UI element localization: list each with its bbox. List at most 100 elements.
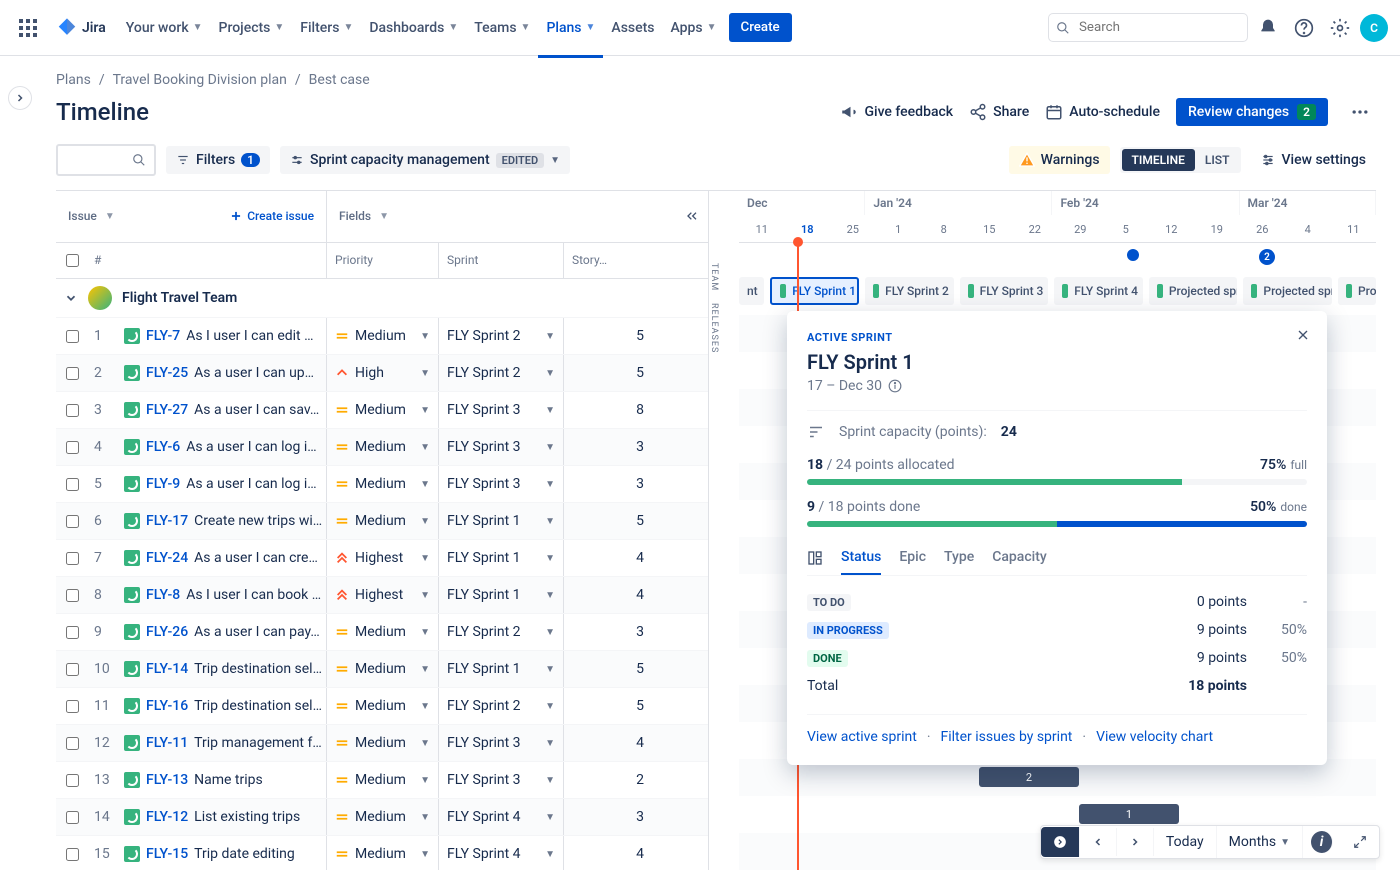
- issue-key[interactable]: FLY-7: [146, 328, 180, 344]
- issue-row[interactable]: 4FLY-6As a user I can log i…Medium▼FLY S…: [56, 429, 708, 466]
- chevron-down-icon[interactable]: ▼: [105, 211, 115, 222]
- row-checkbox[interactable]: [66, 330, 79, 343]
- sprint-capacity-button[interactable]: Sprint capacity management EDITED ▼: [280, 146, 570, 174]
- fields-dropdown[interactable]: Fields: [339, 209, 371, 223]
- issue-key[interactable]: FLY-16: [146, 698, 188, 714]
- feedback-button[interactable]: Give feedback: [840, 103, 953, 121]
- sprint-cell[interactable]: FLY Sprint 4▼: [438, 836, 563, 870]
- row-checkbox[interactable]: [66, 478, 79, 491]
- priority-cell[interactable]: Highest▼: [326, 540, 438, 576]
- crumb-scenario[interactable]: Best case: [309, 72, 370, 88]
- select-all-checkbox[interactable]: [66, 254, 79, 267]
- issue-key[interactable]: FLY-13: [146, 772, 188, 788]
- row-checkbox[interactable]: [66, 737, 79, 750]
- sprint-bar[interactable]: FLY Sprint 1: [770, 277, 859, 305]
- team-group-row[interactable]: Flight Travel Team: [56, 279, 708, 319]
- issue-key[interactable]: FLY-8: [146, 587, 180, 603]
- issue-row[interactable]: 7FLY-24As a user I can cre…Highest▼FLY S…: [56, 540, 708, 577]
- nav-plans[interactable]: Plans ▼: [538, 12, 603, 44]
- issue-key[interactable]: FLY-11: [146, 735, 188, 751]
- sprint-cell[interactable]: FLY Sprint 2▼: [438, 688, 563, 724]
- next-icon[interactable]: [1117, 828, 1154, 856]
- issue-key[interactable]: FLY-15: [146, 846, 188, 862]
- timeline-view-tab[interactable]: TIMELINE: [1122, 149, 1195, 171]
- help-icon[interactable]: [1288, 12, 1320, 44]
- issue-key[interactable]: FLY-14: [146, 661, 188, 677]
- row-checkbox[interactable]: [66, 515, 79, 528]
- row-checkbox[interactable]: [66, 441, 79, 454]
- sprint-bar[interactable]: Projected spr…: [1149, 277, 1238, 305]
- tab-type[interactable]: Type: [944, 541, 974, 575]
- sprint-cell[interactable]: FLY Sprint 2▼: [438, 614, 563, 650]
- row-checkbox[interactable]: [66, 848, 79, 861]
- sprint-bar[interactable]: FLY Sprint 2: [865, 277, 954, 305]
- priority-cell[interactable]: Medium▼: [326, 762, 438, 798]
- tab-epic[interactable]: Epic: [899, 541, 926, 575]
- sprint-cell[interactable]: FLY Sprint 1▼: [438, 651, 563, 687]
- sprint-bar[interactable]: nt: [739, 277, 764, 305]
- row-checkbox[interactable]: [66, 626, 79, 639]
- warnings-button[interactable]: Warnings: [1009, 146, 1110, 174]
- issue-column-header[interactable]: Issue: [68, 209, 97, 223]
- priority-cell[interactable]: Medium▼: [326, 688, 438, 724]
- global-search[interactable]: [1048, 13, 1248, 42]
- row-checkbox[interactable]: [66, 700, 79, 713]
- issue-row[interactable]: 3FLY-27As a user I can sav…Medium▼FLY Sp…: [56, 392, 708, 429]
- issue-row[interactable]: 5FLY-9As a user I can log i…Medium▼FLY S…: [56, 466, 708, 503]
- notifications-icon[interactable]: [1252, 12, 1284, 44]
- fullscreen-icon[interactable]: [1341, 827, 1379, 857]
- nav-filters[interactable]: Filters ▼: [292, 12, 361, 44]
- crumb-plan[interactable]: Travel Booking Division plan: [113, 72, 287, 88]
- nav-your-work[interactable]: Your work ▼: [118, 12, 211, 44]
- nav-assets[interactable]: Assets: [603, 12, 662, 44]
- tab-capacity[interactable]: Capacity: [992, 541, 1047, 575]
- close-icon[interactable]: [1295, 327, 1311, 347]
- nav-teams[interactable]: Teams ▼: [466, 12, 538, 44]
- tab-status[interactable]: Status: [841, 541, 881, 575]
- chevron-down-icon[interactable]: [64, 291, 78, 305]
- layout-icon[interactable]: [807, 550, 823, 566]
- filters-button[interactable]: Filters 1: [166, 146, 270, 174]
- search-input[interactable]: [1048, 13, 1248, 42]
- sprint-bar[interactable]: Projected spr…: [1243, 277, 1332, 305]
- issue-key[interactable]: FLY-27: [146, 402, 188, 418]
- nav-projects[interactable]: Projects ▼: [211, 12, 293, 44]
- link-view-velocity-chart[interactable]: View velocity chart: [1096, 729, 1213, 745]
- nav-apps[interactable]: Apps ▼: [662, 12, 724, 44]
- schedule-bar[interactable]: 2: [979, 767, 1079, 787]
- priority-cell[interactable]: High▼: [326, 355, 438, 391]
- issue-row[interactable]: 15FLY-15Trip date editingMedium▼FLY Spri…: [56, 836, 708, 870]
- chevron-down-icon[interactable]: ▼: [379, 211, 389, 222]
- issue-key[interactable]: FLY-26: [146, 624, 188, 640]
- issue-row[interactable]: 2FLY-25As a user I can up…High▼FLY Sprin…: [56, 355, 708, 392]
- collapse-panel-icon[interactable]: [436, 191, 708, 242]
- row-checkbox[interactable]: [66, 774, 79, 787]
- list-view-tab[interactable]: LIST: [1195, 149, 1240, 171]
- user-avatar[interactable]: C: [1360, 14, 1388, 42]
- jira-logo[interactable]: Jira: [48, 17, 114, 39]
- sprint-bar[interactable]: Proj: [1338, 277, 1376, 305]
- issue-key[interactable]: FLY-6: [146, 439, 180, 455]
- link-view-active-sprint[interactable]: View active sprint: [807, 729, 917, 745]
- more-menu-icon[interactable]: [1344, 96, 1376, 128]
- today-button[interactable]: Today: [1154, 826, 1217, 858]
- view-settings-button[interactable]: View settings: [1251, 146, 1376, 174]
- filter-search[interactable]: [56, 144, 156, 176]
- info-icon[interactable]: [888, 379, 902, 393]
- issue-row[interactable]: 8FLY-8As I user I can book …Highest▼FLY …: [56, 577, 708, 614]
- sprint-cell[interactable]: FLY Sprint 3▼: [438, 429, 563, 465]
- issue-row[interactable]: 11FLY-16Trip destination sel…Medium▼FLY …: [56, 688, 708, 725]
- row-checkbox[interactable]: [66, 552, 79, 565]
- sprint-cell[interactable]: FLY Sprint 4▼: [438, 799, 563, 835]
- review-changes-button[interactable]: Review changes 2: [1176, 98, 1328, 126]
- row-checkbox[interactable]: [66, 663, 79, 676]
- row-checkbox[interactable]: [66, 811, 79, 824]
- link-filter-issues-by-sprint[interactable]: Filter issues by sprint: [940, 729, 1072, 745]
- priority-cell[interactable]: Medium▼: [326, 318, 438, 354]
- priority-cell[interactable]: Medium▼: [326, 466, 438, 502]
- issue-row[interactable]: 6FLY-17Create new trips wi…Medium▼FLY Sp…: [56, 503, 708, 540]
- priority-cell[interactable]: Medium▼: [326, 503, 438, 539]
- zoom-dropdown[interactable]: Months ▼: [1217, 826, 1303, 858]
- issue-key[interactable]: FLY-25: [146, 365, 188, 381]
- app-switcher-icon[interactable]: [12, 12, 44, 44]
